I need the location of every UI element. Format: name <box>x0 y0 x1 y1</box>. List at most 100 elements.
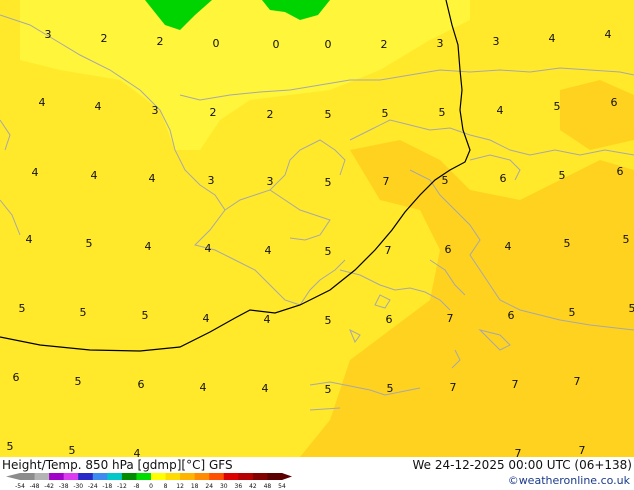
temperature-label: 7 <box>447 312 454 325</box>
temperature-label: 4 <box>497 104 504 117</box>
temperature-label: 5 <box>325 383 332 396</box>
temperature-label: 4 <box>203 312 210 325</box>
legend-tick-label: 0 <box>149 483 153 490</box>
temperature-label: 5 <box>564 237 571 250</box>
legend-tick-label: -12 <box>117 483 127 490</box>
legend-swatch <box>121 473 137 480</box>
temperature-label: 5 <box>442 174 449 187</box>
legend-tick-label: -48 <box>30 483 40 490</box>
temperature-label: 6 <box>138 378 145 391</box>
temperature-label: 5 <box>629 302 634 315</box>
legend-tick-label: 54 <box>278 483 286 490</box>
temperature-label: 0 <box>325 38 332 51</box>
temperature-label: 4 <box>39 96 46 109</box>
temperature-label: 4 <box>505 240 512 253</box>
temperature-label: 6 <box>617 165 624 178</box>
weather-map: 3 2 2 0 0 0 2 3 3 4 4 4 4 3 2 2 5 5 5 4 5 6 4 4 4 3 3 5 7 5 6 5 6 4 5 4 4 4 5 7… <box>0 0 634 457</box>
temperature-label: 4 <box>95 100 102 113</box>
temperature-label: 7 <box>383 175 390 188</box>
temperature-label: 4 <box>265 244 272 257</box>
legend-tick-label: -42 <box>44 483 54 490</box>
temperature-label: 6 <box>386 313 393 326</box>
temperature-label: 5 <box>7 440 14 453</box>
temperature-label: 3 <box>267 175 274 188</box>
legend-arrow-left <box>6 473 20 480</box>
temperature-label: 6 <box>500 172 507 185</box>
legend-swatch <box>223 473 239 480</box>
temperature-label: 3 <box>208 174 215 187</box>
legend-tick-label: -24 <box>88 483 98 490</box>
temperature-label: 5 <box>86 237 93 250</box>
temperature-label: 5 <box>325 176 332 189</box>
legend-tick-label: 30 <box>220 483 228 490</box>
temperature-label: 5 <box>559 169 566 182</box>
legend-swatch <box>267 473 283 480</box>
temperature-label: 4 <box>145 240 152 253</box>
temperature-label: 2 <box>381 38 388 51</box>
temperature-label: 7 <box>385 244 392 257</box>
temperature-label: 7 <box>574 375 581 388</box>
legend-tick-label: 48 <box>264 483 272 490</box>
temperature-label: 5 <box>75 375 82 388</box>
legend-tick-label: -54 <box>15 483 25 490</box>
temperature-label: 5 <box>623 233 630 246</box>
legend-swatch <box>209 473 225 480</box>
temperature-label: 3 <box>493 35 500 48</box>
legend-swatch <box>107 473 123 480</box>
temperature-label: 5 <box>325 314 332 327</box>
legend-tick-label: -18 <box>102 483 112 490</box>
temperature-label: 7 <box>512 378 519 391</box>
legend-arrow-right <box>282 473 292 480</box>
temperature-label: 5 <box>569 306 576 319</box>
temperature-label: 2 <box>267 108 274 121</box>
temperature-label: 5 <box>80 306 87 319</box>
legend-tick-label: -8 <box>133 483 139 490</box>
temperature-label: 4 <box>149 172 156 185</box>
temperature-label: 4 <box>32 166 39 179</box>
temperature-label: 4 <box>264 313 271 326</box>
temperature-label: 5 <box>439 106 446 119</box>
legend-swatch <box>194 473 210 480</box>
temperature-label: 4 <box>549 32 556 45</box>
temperature-label: 4 <box>200 381 207 394</box>
temperature-label: 4 <box>605 28 612 41</box>
temperature-label: 5 <box>19 302 26 315</box>
temperature-label: 3 <box>152 104 159 117</box>
legend-tick-label: 18 <box>191 483 199 490</box>
legend-swatch <box>92 473 108 480</box>
temperature-label: 2 <box>157 35 164 48</box>
temperature-label: 6 <box>445 243 452 256</box>
temperature-label: 2 <box>210 106 217 119</box>
temperature-label: 5 <box>554 100 561 113</box>
legend-tick-label: 12 <box>176 483 184 490</box>
legend-swatch <box>78 473 94 480</box>
temperature-label: 6 <box>508 309 515 322</box>
legend-swatch <box>165 473 181 480</box>
map-valid-time: We 24-12-2025 00:00 UTC (06+138) <box>412 458 632 472</box>
legend-swatch <box>180 473 196 480</box>
temperature-label: 7 <box>450 381 457 394</box>
temperature-label: 6 <box>611 96 618 109</box>
temperature-label: 5 <box>325 108 332 121</box>
temperature-label: 4 <box>26 233 33 246</box>
temperature-label: 0 <box>213 37 220 50</box>
legend-swatch <box>252 473 268 480</box>
legend-tick-label: -30 <box>73 483 83 490</box>
temperature-label: 5 <box>325 245 332 258</box>
legend-swatch <box>20 473 36 480</box>
legend-swatch <box>34 473 50 480</box>
temperature-label: 5 <box>142 309 149 322</box>
legend-tick-label: 24 <box>205 483 213 490</box>
temperature-label: 3 <box>45 28 52 41</box>
temperature-label: 2 <box>101 32 108 45</box>
legend-tick-label: 8 <box>164 483 168 490</box>
temperature-label: 5 <box>69 444 76 457</box>
legend-swatch <box>151 473 167 480</box>
legend-swatch <box>136 473 152 480</box>
temperature-label: 5 <box>387 382 394 395</box>
temperature-label: 0 <box>273 38 280 51</box>
temperature-label: 7 <box>579 444 586 457</box>
color-legend: -54 -48 -42 -38 -30 -24 -18 -12 -8 0 8 12 18 24 30 36 42… <box>6 473 292 490</box>
credit-link[interactable]: ©weatheronline.co.uk <box>508 474 630 487</box>
legend-tick-label: 36 <box>235 483 243 490</box>
